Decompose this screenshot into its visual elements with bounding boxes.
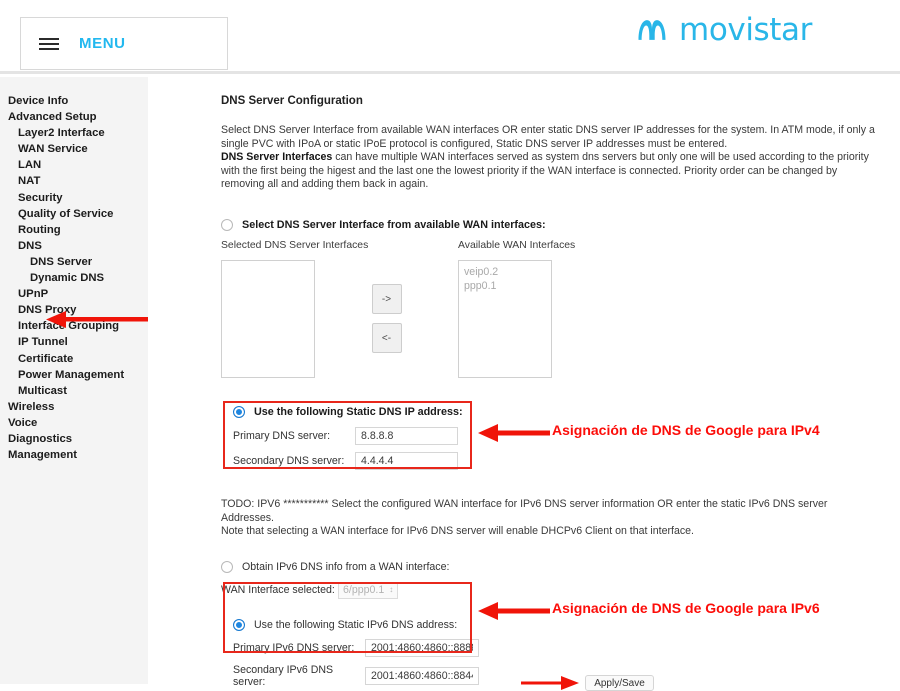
sidebar-item-advanced-setup[interactable]: Advanced Setup [0, 109, 148, 125]
sidebar-item-nat[interactable]: NAT [0, 173, 148, 189]
transfer-buttons: -> <- [315, 260, 458, 378]
radio-select-wan-interfaces[interactable] [221, 218, 233, 231]
ipv4-callout-text: Asignación de DNS de Google para IPv4 [552, 422, 820, 438]
list-item[interactable]: ppp0.1 [464, 279, 546, 293]
sidebar-navigation: Device Info Advanced Setup Layer2 Interfac… [0, 77, 148, 684]
move-left-button[interactable]: <- [371, 323, 402, 354]
sidebar-item-list: Device Info Advanced Setup Layer2 Interfac… [0, 93, 148, 463]
menu-button[interactable]: MENU [20, 17, 228, 70]
hamburger-menu-icon [39, 37, 59, 50]
movistar-logo: movistar [634, 12, 812, 48]
sidebar-item-management[interactable]: Management [0, 447, 148, 463]
sidebar-item-voice[interactable]: Voice [0, 415, 148, 431]
sidebar-item-certificate[interactable]: Certificate [0, 351, 148, 367]
selected-list-label: Selected DNS Server Interfaces [221, 239, 369, 251]
sidebar-item-dynamic-dns[interactable]: Dynamic DNS [0, 270, 148, 286]
sidebar-item-upnp[interactable]: UPnP [0, 286, 148, 302]
menu-button-label: MENU [79, 35, 126, 52]
available-list-label: Available WAN Interfaces [458, 239, 576, 251]
radio-ipv6-from-wan[interactable] [221, 560, 233, 573]
description-2-bold-lead: DNS Server Interfaces [221, 151, 333, 164]
ipv6-note-line-2: Note that selecting a WAN interface for … [221, 525, 694, 538]
sidebar-item-ip-tunnel[interactable]: IP Tunnel [0, 334, 148, 350]
dns-config-panel: DNS Server Configuration Select DNS Serv… [221, 95, 876, 691]
brand-name: movistar [679, 12, 812, 48]
secondary-ipv6-input[interactable] [365, 666, 479, 685]
secondary-ipv6-row: Secondary IPv6 DNS server: [233, 664, 876, 688]
main-content: DNS Server Configuration Select DNS Serv… [148, 77, 900, 691]
sidebar-item-routing[interactable]: Routing [0, 222, 148, 238]
list-item[interactable]: veip0.2 [464, 265, 546, 279]
sidebar-item-wireless[interactable]: Wireless [0, 399, 148, 415]
sidebar-item-interface-grouping[interactable]: Interface Grouping [0, 318, 148, 334]
option-label-ipv6-from-wan: Obtain IPv6 DNS info from a WAN interfac… [242, 560, 450, 573]
highlight-box-ipv4 [223, 401, 472, 469]
available-wan-interfaces-listbox[interactable]: veip0.2 ppp0.1 [458, 259, 552, 378]
sidebar-item-security[interactable]: Security [0, 190, 148, 206]
selected-dns-interfaces-listbox[interactable] [221, 259, 315, 378]
description-paragraph-2: DNS Server Interfaces can have multiple … [221, 151, 876, 192]
secondary-ipv6-label: Secondary IPv6 DNS server: [233, 663, 334, 688]
option-row-wan-interfaces[interactable]: Select DNS Server Interface from availab… [221, 218, 876, 231]
option-label-wan-interfaces: Select DNS Server Interface from availab… [242, 218, 546, 231]
sidebar-item-wan-service[interactable]: WAN Service [0, 141, 148, 157]
sidebar-item-dns-server[interactable]: DNS Server [0, 254, 148, 270]
ipv6-callout-text: Asignación de DNS de Google para IPv6 [552, 600, 820, 616]
page-title: DNS Server Configuration [221, 95, 363, 107]
top-header: MENU movistar [0, 0, 900, 74]
dual-list-headers: Selected DNS Server Interfaces Available… [221, 240, 876, 251]
sidebar-item-power-management[interactable]: Power Management [0, 367, 148, 383]
sidebar-item-diagnostics[interactable]: Diagnostics [0, 431, 148, 447]
apply-save-button[interactable]: Apply/Save [585, 675, 654, 691]
sidebar-item-dns[interactable]: DNS [0, 238, 148, 254]
sidebar-item-device-info[interactable]: Device Info [0, 93, 148, 109]
option-row-ipv6-from-wan[interactable]: Obtain IPv6 DNS info from a WAN interfac… [221, 560, 876, 573]
highlight-box-ipv6 [223, 582, 472, 653]
sidebar-item-layer2-interface[interactable]: Layer2 Interface [0, 125, 148, 141]
movistar-m-icon [638, 20, 666, 40]
sidebar-item-multicast[interactable]: Multicast [0, 383, 148, 399]
ipv6-note-line-1: TODO: IPV6 *********** Select the config… [221, 497, 828, 524]
dual-list-container: -> <- veip0.2 ppp0.1 [221, 259, 876, 378]
move-right-button[interactable]: -> [371, 284, 402, 315]
description-paragraph-1: Select DNS Server Interface from availab… [221, 124, 875, 150]
sidebar-item-quality-of-service[interactable]: Quality of Service [0, 206, 148, 222]
sidebar-item-lan[interactable]: LAN [0, 157, 148, 173]
sidebar-item-dns-proxy[interactable]: DNS Proxy [0, 302, 148, 318]
